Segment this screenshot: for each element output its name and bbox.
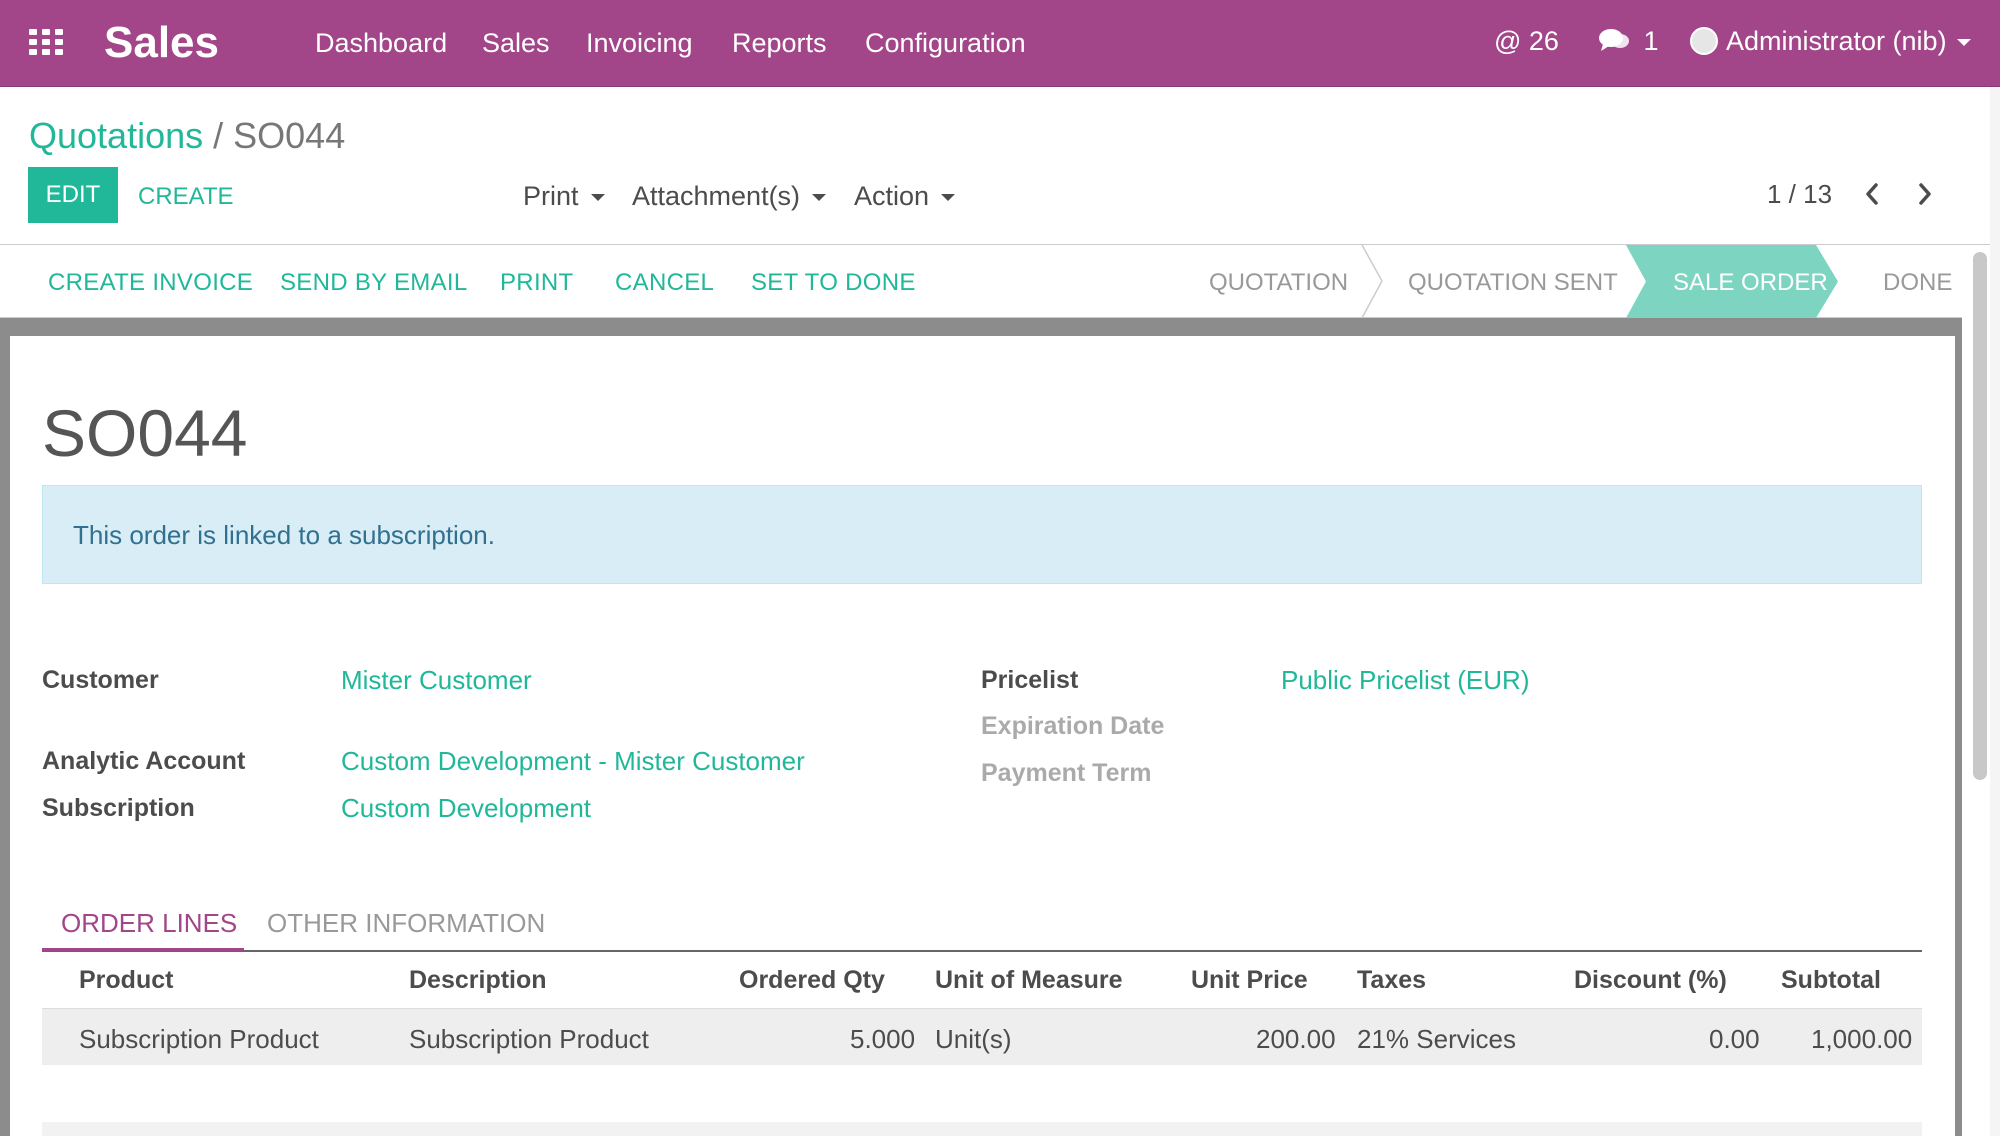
cell-product: Subscription Product [79, 1024, 319, 1054]
avatar [1690, 26, 1718, 55]
menu-invoicing[interactable]: Invoicing [586, 28, 693, 59]
menu-reports[interactable]: Reports [732, 28, 827, 59]
column-header-subtotal[interactable]: Subtotal [1781, 966, 1881, 995]
tab-divider [42, 950, 1922, 952]
analytic-account-label: Analytic Account [42, 747, 246, 775]
apps-grid-icon[interactable] [29, 29, 63, 55]
control-panel: Quotations / SO044 EDIT CREATE Print Attac… [0, 87, 1990, 245]
stage-arrow-divider [1361, 245, 1383, 318]
scrollbar-thumb[interactable] [1973, 252, 1987, 780]
payment-term-label: Payment Term [981, 759, 1152, 787]
column-header-description[interactable]: Description [409, 966, 547, 995]
stage-quotation: QUOTATION [1209, 269, 1349, 296]
attachments-dropdown[interactable]: Attachment(s) [632, 181, 827, 212]
cell-subtotal: 1,000.00 [1811, 1024, 1913, 1054]
stage-sale-order: SALE ORDER [1673, 269, 1828, 296]
column-header-discount[interactable]: Discount (%) [1574, 966, 1727, 995]
pricelist-link[interactable]: Public Pricelist (EUR) [1281, 665, 1530, 696]
edit-button[interactable]: EDIT [28, 167, 118, 223]
app-brand: Sales [104, 18, 219, 67]
pager-next-button[interactable] [1911, 179, 1939, 209]
messages-count: 1 [1643, 26, 1659, 56]
messages-menu[interactable]: 1 [1598, 26, 1659, 57]
chevron-right-icon [1919, 183, 1931, 205]
column-header-taxes[interactable]: Taxes [1357, 966, 1426, 995]
action-dropdown[interactable]: Action [854, 181, 956, 212]
print-dropdown-label: Print [523, 181, 579, 211]
alert-text: This order is linked to a subscription. [73, 520, 495, 550]
subscription-label: Subscription [42, 794, 195, 822]
stage-done: DONE [1883, 269, 1953, 296]
user-name: Administrator (nib) [1726, 26, 1947, 56]
breadcrumb: Quotations / SO044 [29, 115, 345, 157]
tab-other-information[interactable]: OTHER INFORMATION [267, 908, 545, 939]
cell-unit-price: 200.00 [1256, 1024, 1336, 1054]
menu-dashboard[interactable]: Dashboard [315, 28, 447, 59]
column-header-product[interactable]: Product [79, 966, 173, 995]
active-tab-indicator [42, 948, 244, 951]
chat-bubbles-icon [1599, 28, 1629, 51]
subscription-link[interactable]: Custom Development [341, 793, 591, 824]
order-title: SO044 [42, 396, 248, 470]
tab-order-lines[interactable]: ORDER LINES [61, 908, 237, 939]
customer-label: Customer [42, 666, 159, 694]
cell-taxes: 21% Services [1357, 1024, 1516, 1054]
breadcrumb-quotations[interactable]: Quotations [29, 115, 203, 156]
send-by-email-button[interactable]: SEND BY EMAIL [280, 269, 468, 297]
pager-value[interactable]: 1 / 13 [1767, 179, 1832, 210]
mentions-counter[interactable]: @ 26 [1494, 26, 1559, 57]
attachments-dropdown-label: Attachment(s) [632, 181, 801, 211]
menu-sales[interactable]: Sales [482, 28, 550, 59]
print-button[interactable]: PRINT [500, 269, 574, 297]
user-menu[interactable]: Administrator (nib) [1690, 26, 1971, 57]
analytic-account-link[interactable]: Custom Development - Mister Customer [341, 746, 805, 777]
expiration-date-label: Expiration Date [981, 712, 1165, 740]
pricelist-label: Pricelist [981, 666, 1079, 694]
caret-down-icon [941, 194, 956, 202]
cancel-button[interactable]: CANCEL [615, 269, 714, 297]
cell-unit-of-measure: Unit(s) [935, 1024, 1012, 1054]
stage-quotation-sent: QUOTATION SENT [1408, 269, 1618, 296]
cell-discount: 0.00 [1709, 1024, 1760, 1054]
print-dropdown[interactable]: Print [523, 181, 605, 212]
customer-link[interactable]: Mister Customer [341, 665, 532, 696]
top-navbar: Sales Dashboard Sales Invoicing Reports … [0, 0, 2000, 87]
chevron-down-icon [1956, 39, 1971, 47]
action-dropdown-label: Action [854, 181, 930, 211]
cell-ordered-qty: 5.000 [850, 1024, 916, 1054]
pager-previous-button[interactable] [1858, 179, 1886, 209]
create-button[interactable]: CREATE [138, 183, 234, 211]
set-to-done-button[interactable]: SET TO DONE [751, 269, 916, 297]
breadcrumb-separator: / [213, 115, 224, 156]
caret-down-icon [812, 194, 827, 202]
create-invoice-button[interactable]: CREATE INVOICE [48, 269, 253, 297]
caret-down-icon [590, 194, 605, 202]
breadcrumb-current: SO044 [233, 115, 346, 156]
subscription-alert: This order is linked to a subscription. [42, 485, 1922, 584]
column-header-unit-of-measure[interactable]: Unit of Measure [935, 966, 1123, 995]
status-bar: CREATE INVOICE SEND BY EMAIL PRINT CANCE… [0, 245, 1990, 318]
menu-configuration[interactable]: Configuration [865, 28, 1026, 59]
scrollbar-track[interactable] [1990, 87, 2000, 1136]
column-header-unit-price[interactable]: Unit Price [1191, 966, 1308, 995]
table-footer [42, 1122, 1922, 1136]
cell-description: Subscription Product [409, 1024, 649, 1054]
chevron-left-icon [1866, 183, 1878, 205]
column-header-ordered-qty[interactable]: Ordered Qty [739, 966, 885, 995]
